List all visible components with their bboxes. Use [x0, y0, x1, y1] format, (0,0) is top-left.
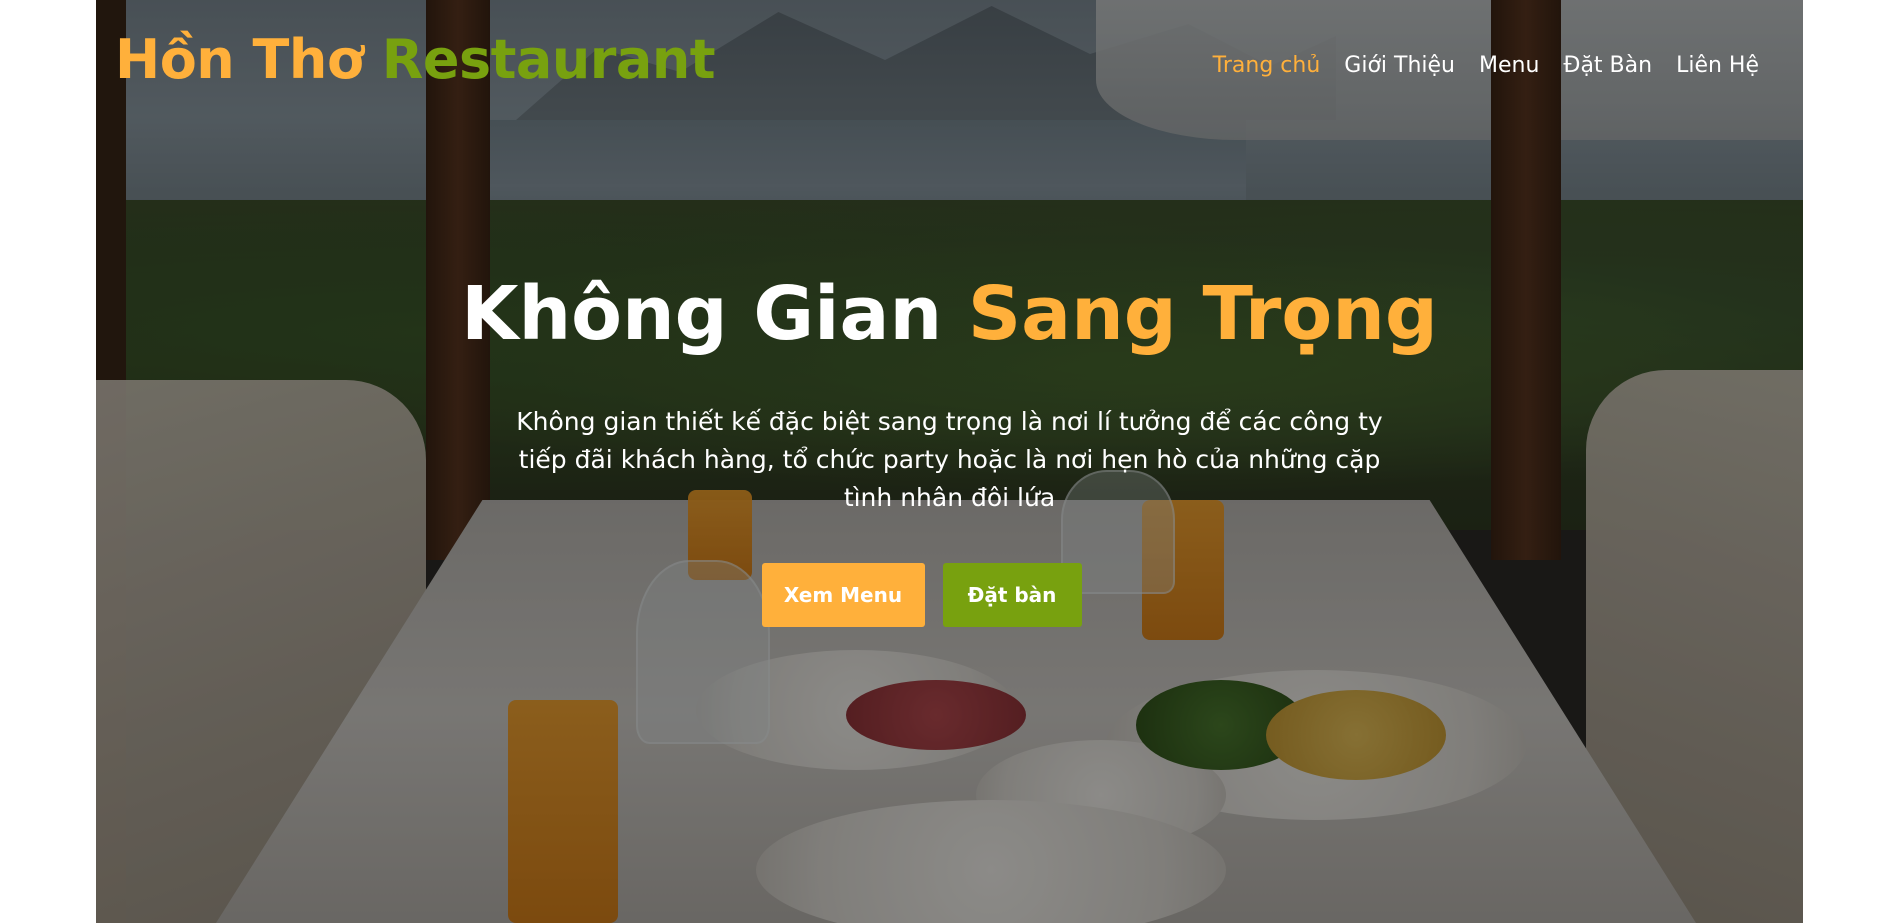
hero-description: Không gian thiết kế đặc biệt sang trọng … — [516, 406, 1383, 512]
background-plate — [756, 800, 1226, 923]
logo-restaurant: Restaurant — [381, 28, 716, 91]
background-marina-water — [426, 120, 1246, 230]
background-plate — [976, 740, 1226, 850]
background-plate — [696, 650, 1016, 770]
logo-name: Hồn Thơ — [115, 28, 364, 91]
hero-title-accent: Sang Trọng — [967, 271, 1438, 357]
background-plate — [1106, 670, 1526, 820]
hero-section: Hồn Thơ Restaurant Trang chủ Giới Thiệu … — [96, 0, 1803, 923]
hero-title: Không Gian Sang Trọng — [96, 270, 1803, 359]
book-table-button[interactable]: Đặt bàn — [942, 562, 1082, 627]
site-header: Hồn Thơ Restaurant Trang chủ Giới Thiệu … — [96, 0, 1803, 130]
nav-item-booking[interactable]: Đặt Bàn — [1551, 50, 1664, 82]
site-logo[interactable]: Hồn Thơ Restaurant — [115, 28, 716, 93]
hero-actions: Xem Menu Đặt bàn — [96, 562, 1803, 627]
background-juice-glass — [508, 700, 618, 923]
hero-title-plain: Không Gian — [461, 271, 943, 357]
view-menu-button[interactable]: Xem Menu — [761, 562, 925, 627]
nav-item-about[interactable]: Giới Thiệu — [1332, 50, 1467, 82]
background-omelette — [1266, 690, 1446, 780]
nav-item-home[interactable]: Trang chủ — [1201, 50, 1333, 82]
background-salami — [846, 680, 1026, 750]
background-salad — [1136, 680, 1306, 770]
hero-content: Không Gian Sang Trọng Không gian thiết k… — [96, 270, 1803, 627]
main-nav: Trang chủ Giới Thiệu Menu Đặt Bàn Liên H… — [1201, 50, 1771, 82]
nav-item-contact[interactable]: Liên Hệ — [1664, 50, 1771, 82]
nav-item-menu[interactable]: Menu — [1467, 50, 1551, 82]
